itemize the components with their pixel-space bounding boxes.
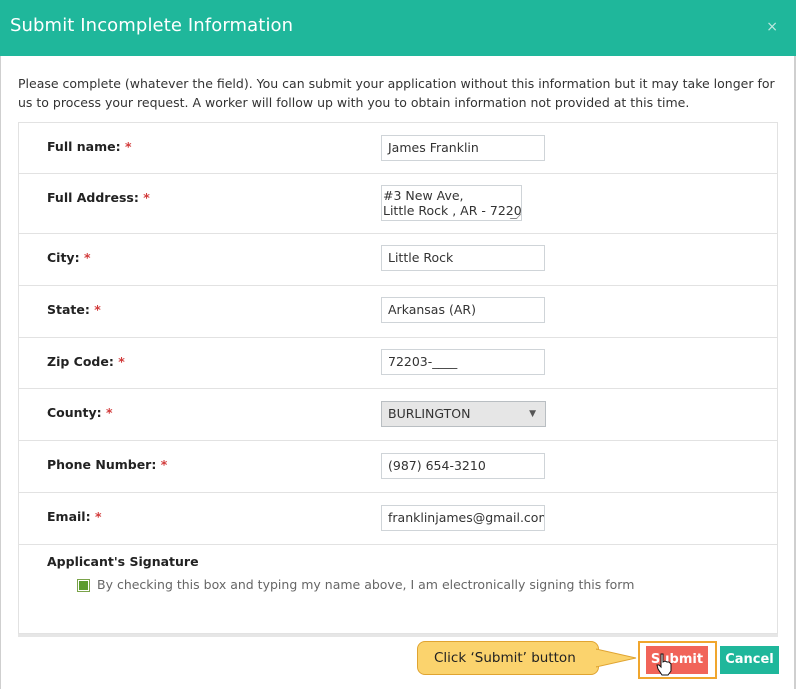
phone-input[interactable]: (987) 654-3210 bbox=[381, 453, 545, 479]
state-input[interactable]: Arkansas (AR) bbox=[381, 297, 545, 323]
email-input[interactable]: franklinjames@gmail.com bbox=[381, 505, 545, 531]
dialog-title: Submit Incomplete Information bbox=[10, 15, 294, 36]
required-mark: * bbox=[106, 405, 113, 420]
intro-text: Please complete (whatever the field). Yo… bbox=[18, 76, 775, 110]
form-row-county: County: * BURLINGTON ▼ bbox=[19, 388, 777, 441]
full-address-value: #3 New Ave, Little Rock , AR - 72203 bbox=[383, 188, 522, 218]
signature-title: Applicant's Signature bbox=[47, 554, 199, 569]
signature-text: By checking this box and typing my name … bbox=[97, 577, 635, 592]
form-row-phone: Phone Number: * (987) 654-3210 bbox=[19, 440, 777, 493]
dialog-header: Submit Incomplete Information × bbox=[0, 0, 796, 56]
form-panel: Full name: * James Franklin Full Address… bbox=[18, 122, 778, 634]
county-select[interactable]: BURLINGTON ▼ bbox=[381, 401, 546, 427]
required-mark: * bbox=[94, 509, 102, 524]
state-label: State: * bbox=[47, 302, 101, 317]
phone-label: Phone Number: * bbox=[47, 457, 168, 472]
zip-label: Zip Code: * bbox=[47, 354, 125, 369]
city-label: City: * bbox=[47, 250, 91, 265]
full-address-textarea[interactable]: #3 New Ave, Little Rock , AR - 72203 bbox=[381, 185, 522, 221]
form-row-city: City: * Little Rock bbox=[19, 233, 777, 286]
required-mark: * bbox=[160, 457, 168, 472]
county-label: County: * bbox=[47, 405, 113, 420]
email-label: Email: * bbox=[47, 509, 102, 524]
instruction-callout: Click ‘Submit’ button bbox=[417, 641, 599, 675]
callout-pointer-icon bbox=[596, 648, 637, 668]
signature-checkbox[interactable] bbox=[77, 579, 90, 592]
callout-text: Click ‘Submit’ button bbox=[434, 650, 576, 666]
form-row-full-address: Full Address: * #3 New Ave, Little Rock … bbox=[19, 173, 777, 234]
form-row-email: Email: * franklinjames@gmail.com bbox=[19, 492, 777, 545]
city-input[interactable]: Little Rock bbox=[381, 245, 545, 271]
required-mark: * bbox=[118, 354, 125, 369]
close-icon[interactable]: × bbox=[766, 19, 778, 35]
dialog-border-left bbox=[0, 56, 1, 689]
required-mark: * bbox=[124, 139, 132, 154]
form-row-state: State: * Arkansas (AR) bbox=[19, 285, 777, 338]
full-name-label: Full name: * bbox=[47, 139, 132, 154]
checkbox-checked-icon bbox=[79, 581, 88, 590]
footer-divider bbox=[18, 634, 778, 637]
required-mark: * bbox=[83, 250, 91, 265]
zip-input[interactable]: 72203-____ bbox=[381, 349, 545, 375]
hand-cursor-icon bbox=[656, 653, 672, 676]
required-mark: * bbox=[94, 302, 101, 317]
county-selected-value: BURLINGTON bbox=[388, 406, 471, 421]
full-address-label: Full Address: * bbox=[47, 190, 150, 205]
form-row-full-name: Full name: * James Franklin bbox=[19, 123, 777, 174]
full-name-input[interactable]: James Franklin bbox=[381, 135, 545, 161]
form-row-zip: Zip Code: * 72203-____ bbox=[19, 337, 777, 389]
dropdown-caret-icon: ▼ bbox=[529, 409, 536, 419]
required-mark: * bbox=[143, 190, 150, 205]
cancel-button[interactable]: Cancel bbox=[720, 646, 779, 674]
